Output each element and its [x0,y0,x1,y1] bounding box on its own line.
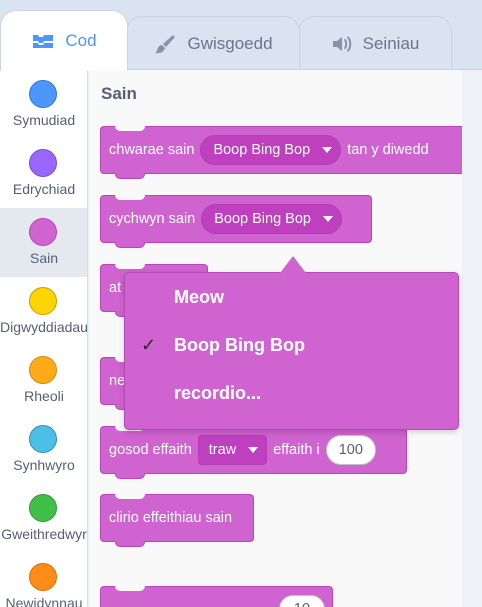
category-variables[interactable]: Newidynnau [0,553,87,607]
category-operators[interactable]: Gweithredwyr [0,484,87,553]
effect-menu-value: traw [208,442,237,458]
category-sensing[interactable]: Synhwyro [0,415,87,484]
sound-menu[interactable]: Boop Bing Bop [200,135,342,165]
tab-sounds[interactable]: Seiniau [298,16,452,70]
category-label: Edrychiad [12,181,76,197]
tab-code-label: Cod [65,31,97,50]
palette-heading: Sain [101,84,137,103]
category-looks-dot [29,149,57,177]
palette-scrollbar[interactable] [462,70,482,607]
category-motion-dot [29,80,57,108]
effect-menu[interactable]: traw [197,435,268,465]
dropdown-caret-icon [322,216,333,222]
block-text: effaith i [273,442,320,458]
dropdown-option-boop-bing-bop[interactable]: ✓ Boop Bing Bop [125,323,460,367]
block-text: at [109,280,122,296]
checkmark-icon: ✓ [141,334,157,355]
category-label: Gweithredwyr [1,526,87,542]
tab-code[interactable]: Cod [0,10,128,71]
block-text: clirio effeithiau sain [109,510,233,526]
category-label: Sain [29,250,59,266]
category-variables-dot [29,563,57,591]
category-sensing-dot [29,425,57,453]
category-motion[interactable]: Symudiad [0,70,87,139]
dropdown-option-record[interactable]: recordio... [125,371,460,415]
category-control[interactable]: Rheoli [0,346,87,415]
category-control-dot [29,356,57,384]
dropdown-option-meow[interactable]: Meow [125,275,460,319]
dropdown-caret-icon [248,447,259,453]
dropdown-option-label: Boop Bing Bop [174,334,305,355]
category-events-dot [29,287,57,315]
sound-menu[interactable]: Boop Bing Bop [201,204,342,234]
tab-costumes[interactable]: Gwisgoedd [126,16,300,70]
tab-sounds-label: Seiniau [362,33,420,53]
speaker-icon [331,34,353,54]
editor-tab-bar: Seiniau Gwisgoedd Cod [0,0,482,71]
effect-value: 100 [338,442,363,458]
effect-value-input[interactable]: 100 [325,435,376,465]
dropdown-option-label: Meow [174,286,225,307]
category-operators-dot [29,494,57,522]
category-events[interactable]: Digwyddiadau [0,277,88,346]
block-volume[interactable]: 10 [100,586,333,607]
block-text: ne [109,373,126,389]
volume-value: 10 [294,601,310,607]
tab-costumes-label: Gwisgoedd [187,33,273,53]
category-sound-dot [29,218,57,246]
category-sound[interactable]: Sain [0,208,87,277]
dropdown-pointer [280,256,306,273]
block-text: cychwyn sain [109,211,196,227]
category-label: Newidynnau [5,595,83,607]
sound-dropdown-menu[interactable]: Meow ✓ Boop Bing Bop recordio... [124,272,459,430]
code-blocks-icon [31,31,55,51]
dropdown-option-label: recordio... [174,382,262,403]
block-play-sound-until-done[interactable]: chwarae sain Boop Bing Bop tan y diwedd [100,126,462,179]
block-text: gosod effaith [109,442,192,458]
block-clear-sound-effects[interactable]: clirio effeithiau sain [100,494,254,547]
block-start-sound[interactable]: cychwyn sain Boop Bing Bop [100,195,372,248]
paintbrush-icon [153,33,177,55]
category-label: Rheoli [24,388,64,404]
dropdown-caret-icon [322,147,333,153]
category-menu: Symudiad Edrychiad Sain Digwyddiadau Rhe… [0,70,88,607]
sound-menu-value: Boop Bing Bop [213,142,311,158]
category-label: Symudiad [12,112,76,128]
block-text: chwarae sain [109,142,195,158]
block-text: tan y diwedd [347,142,429,158]
category-label: Digwyddiadau [0,319,88,335]
block-set-effect[interactable]: gosod effaith traw effaith i 100 [100,426,407,479]
volume-value-input[interactable]: 10 [279,595,325,607]
sound-menu-value: Boop Bing Bop [214,211,311,227]
category-label: Synhwyro [13,457,75,473]
category-looks[interactable]: Edrychiad [0,139,87,208]
